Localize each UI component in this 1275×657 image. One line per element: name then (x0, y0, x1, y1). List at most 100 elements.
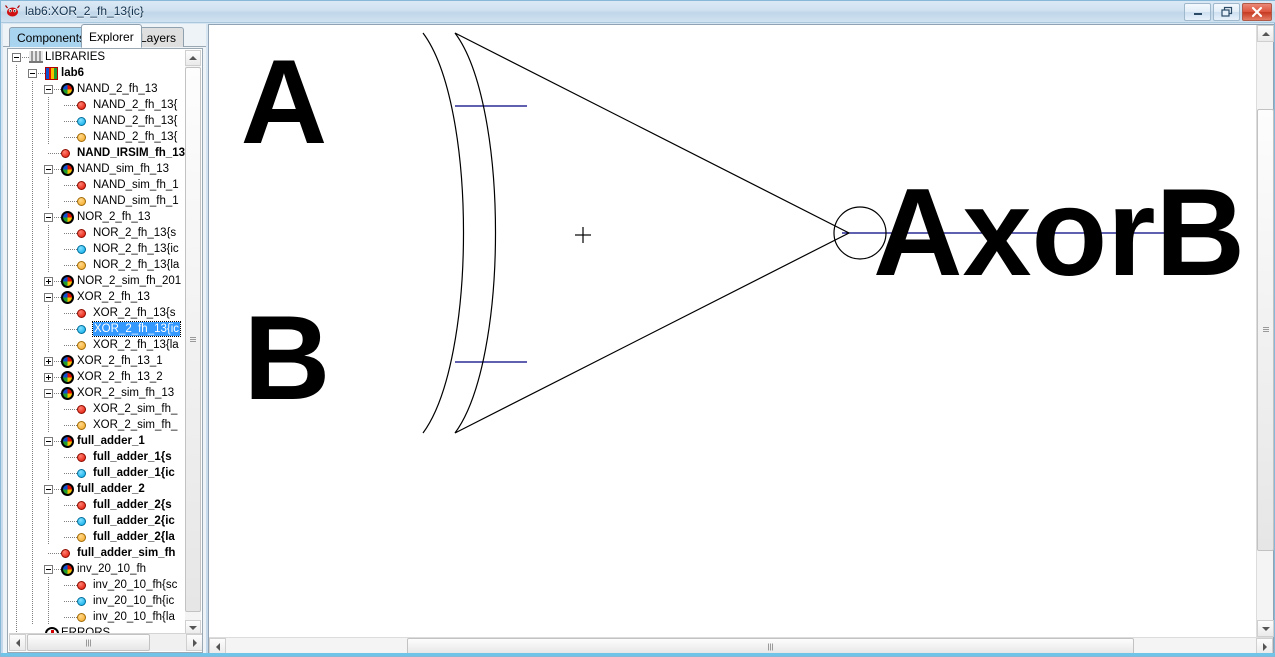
yellow-dot-icon (77, 197, 86, 206)
tree-horizontal-scrollbar[interactable] (9, 633, 202, 651)
collapse-icon[interactable] (44, 485, 53, 494)
tree-guide-line (48, 449, 49, 465)
tree-scroll-up-button[interactable] (185, 50, 201, 66)
tree-item[interactable]: NOR_2_fh_13{la (8, 257, 188, 273)
tree-guide-line (16, 177, 17, 193)
expand-icon[interactable] (44, 357, 53, 366)
tree-item-label: NAND_IRSIM_fh_13 (77, 147, 185, 159)
tree-item[interactable]: XOR_2_fh_13{ic (8, 321, 188, 337)
tree-item-label: LIBRARIES (45, 51, 106, 63)
tree-item[interactable]: inv_20_10_fh (8, 561, 188, 577)
tree-guide-line (32, 289, 33, 305)
tree-guide-line (48, 417, 49, 433)
tree-connector-line (64, 201, 77, 202)
tree-scroll-left-button[interactable] (9, 634, 26, 651)
status-bar (1, 653, 1275, 656)
canvas-scroll-down-button[interactable] (1257, 620, 1274, 637)
canvas-vertical-scrollbar[interactable] (1256, 25, 1274, 637)
tree-item-label: XOR_2_fh_13_1 (77, 355, 163, 367)
expand-icon[interactable] (44, 373, 53, 382)
tree-item[interactable]: XOR_2_sim_fh_13 (8, 385, 188, 401)
tree-guide-line (48, 401, 49, 417)
collapse-icon[interactable] (44, 389, 53, 398)
tree-item[interactable]: XOR_2_sim_fh_ (8, 401, 188, 417)
tree-item[interactable]: inv_20_10_fh{ic (8, 593, 188, 609)
tree-item[interactable]: XOR_2_fh_13{la (8, 337, 188, 353)
blue-dot-icon (77, 117, 86, 126)
tree-item[interactable]: LIBRARIES (8, 49, 188, 65)
collapse-icon[interactable] (44, 165, 53, 174)
tree-item[interactable]: full_adder_2{la (8, 529, 188, 545)
tree-item[interactable]: XOR_2_fh_13 (8, 289, 188, 305)
collapse-icon[interactable] (12, 53, 21, 62)
tree-item[interactable]: NOR_2_fh_13{s (8, 225, 188, 241)
cell-group-icon (61, 275, 74, 288)
tree-item[interactable]: NAND_sim_fh_13 (8, 161, 188, 177)
tree-item-label: full_adder_2{s (93, 499, 172, 511)
tree-item[interactable]: NAND_IRSIM_fh_13 (8, 145, 188, 161)
tree-item-label: inv_20_10_fh (77, 563, 147, 575)
tree-item[interactable]: NAND_2_fh_13{ (8, 113, 188, 129)
tree-item[interactable]: NAND_sim_fh_1 (8, 177, 188, 193)
tree-item[interactable]: NAND_2_fh_13{ (8, 97, 188, 113)
tree-item[interactable]: full_adder_2{s (8, 497, 188, 513)
tree-item[interactable]: full_adder_1 (8, 433, 188, 449)
tree-item[interactable]: NAND_2_fh_13{ (8, 129, 188, 145)
tree-item-label: XOR_2_sim_fh_13 (77, 387, 175, 399)
tree-item[interactable]: full_adder_1{ic (8, 465, 188, 481)
tree-connector-line (64, 537, 77, 538)
tree-item[interactable]: full_adder_sim_fh (8, 545, 188, 561)
tree-guide-line (48, 321, 49, 337)
canvas-vscroll-thumb[interactable] (1257, 109, 1274, 551)
collapse-icon[interactable] (44, 437, 53, 446)
tree-item[interactable]: NAND_sim_fh_1 (8, 193, 188, 209)
library-tree[interactable]: LIBRARIES lab6 NAND_2_fh_13 NAND_2_fh_13{NA… (7, 48, 203, 653)
collapse-icon[interactable] (28, 69, 37, 78)
tree-item[interactable]: inv_20_10_fh{sc (8, 577, 188, 593)
tree-item-label: NAND_2_fh_13{ (93, 115, 178, 127)
yellow-dot-icon (77, 421, 86, 430)
collapse-icon[interactable] (44, 213, 53, 222)
tree-item[interactable]: XOR_2_fh_13_2 (8, 369, 188, 385)
tree-item-label: inv_20_10_fh{ic (93, 595, 175, 607)
tree-connector-line (64, 105, 77, 106)
tree-guide-line (48, 113, 49, 129)
tree-guide-line (16, 209, 17, 225)
tree-item[interactable]: full_adder_2{ic (8, 513, 188, 529)
tree-item[interactable]: XOR_2_fh_13{s (8, 305, 188, 321)
minimize-button[interactable] (1184, 3, 1211, 21)
expand-icon[interactable] (44, 277, 53, 286)
tree-vertical-scrollbar[interactable] (185, 50, 201, 636)
canvas-horizontal-scrollbar[interactable] (209, 637, 1273, 655)
tree-scroll-thumb[interactable] (185, 67, 201, 612)
tree-guide-line (16, 497, 17, 513)
tree-item[interactable]: inv_20_10_fh{la (8, 609, 188, 625)
tree-item[interactable]: full_adder_2 (8, 481, 188, 497)
canvas-scroll-up-button[interactable] (1257, 25, 1274, 42)
restore-button[interactable] (1213, 3, 1240, 21)
schematic-editor: A B AxorB (208, 24, 1274, 655)
tree-item[interactable]: full_adder_1{s (8, 449, 188, 465)
tree-item[interactable]: NAND_2_fh_13 (8, 81, 188, 97)
tree-item[interactable]: NOR_2_fh_13 (8, 209, 188, 225)
collapse-icon[interactable] (44, 293, 53, 302)
collapse-icon[interactable] (44, 565, 53, 574)
collapse-icon[interactable] (44, 85, 53, 94)
tree-connector-line (64, 473, 77, 474)
tree-hscroll-thumb[interactable] (27, 634, 150, 651)
tree-guide-line (16, 305, 17, 321)
tree-item[interactable]: XOR_2_fh_13_1 (8, 353, 188, 369)
tree-connector-line (64, 313, 77, 314)
tree-item[interactable]: NOR_2_sim_fh_201 (8, 273, 188, 289)
close-button[interactable] (1242, 3, 1272, 21)
tree-scroll-right-button[interactable] (186, 634, 202, 651)
tree-item[interactable]: XOR_2_sim_fh_ (8, 417, 188, 433)
tab-explorer[interactable]: Explorer (81, 24, 142, 48)
tree-item[interactable]: lab6 (8, 65, 188, 81)
tree-guide-line (16, 481, 17, 497)
chevron-left-icon (215, 642, 220, 651)
schematic-canvas[interactable]: A B AxorB (209, 25, 1256, 637)
tree-guide-line (32, 401, 33, 417)
tree-guide-line (16, 545, 17, 561)
tree-item[interactable]: NOR_2_fh_13{ic (8, 241, 188, 257)
